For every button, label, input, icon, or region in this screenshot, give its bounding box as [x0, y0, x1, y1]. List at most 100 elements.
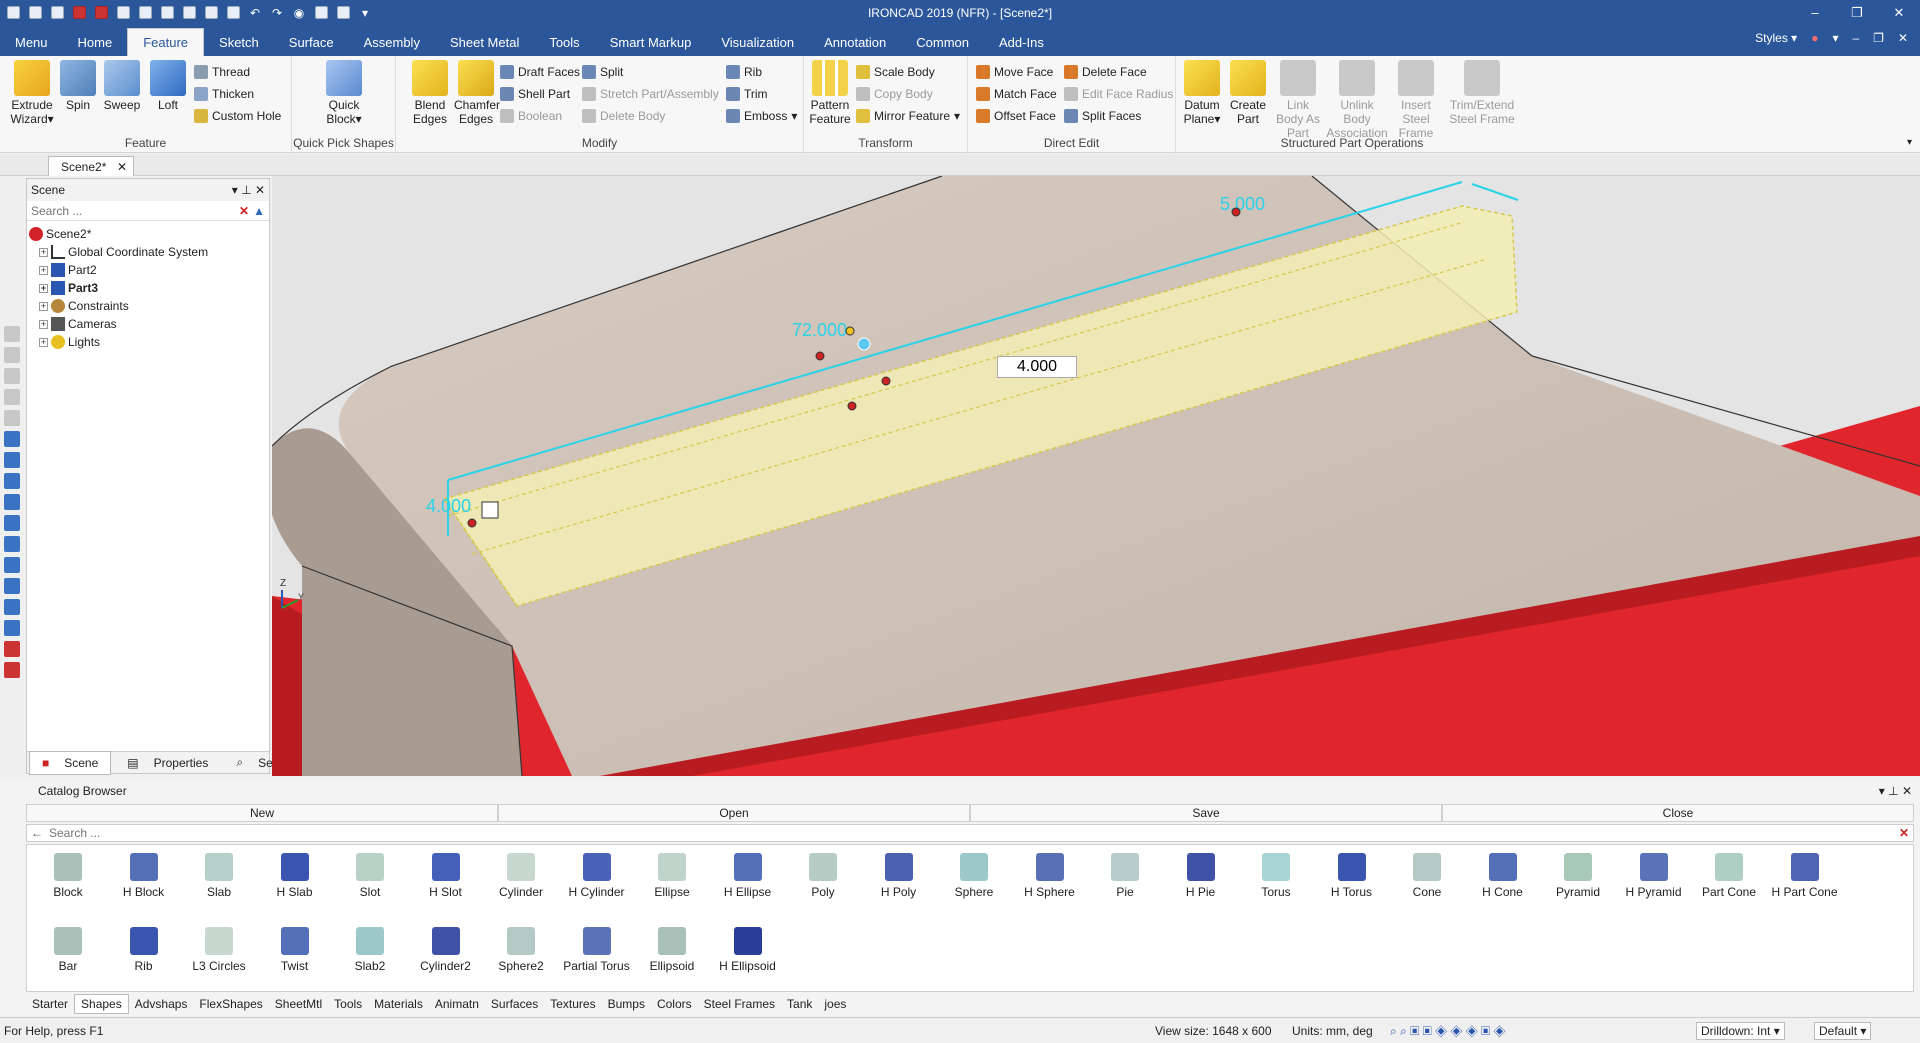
size-handle-right[interactable] — [881, 376, 891, 386]
tab-smart-markup[interactable]: Smart Markup — [595, 28, 707, 56]
default-select[interactable]: Default ▾ — [1814, 1022, 1872, 1040]
customize-qat-icon[interactable]: ▾ — [356, 4, 374, 22]
shape-slab2[interactable]: Slab2 — [333, 921, 407, 977]
tab-visualization[interactable]: Visualization — [706, 28, 809, 56]
view-tool-icon[interactable] — [4, 515, 20, 531]
catalog-clear-search-icon[interactable]: ✕ — [1899, 826, 1909, 840]
catalog-tab-joes[interactable]: joes — [818, 995, 852, 1013]
move-face-button[interactable]: Move Face — [976, 62, 1053, 82]
close-file-icon[interactable] — [70, 4, 88, 22]
pattern-feature-button[interactable]: Pattern Feature — [808, 60, 852, 126]
shape-h-block[interactable]: H Block — [107, 847, 181, 903]
help-icon[interactable]: ● — [1811, 31, 1818, 45]
tree-node-lights[interactable]: + Lights — [29, 333, 267, 351]
match-face-button[interactable]: Match Face — [976, 84, 1057, 104]
tree-node-constraints[interactable]: + Constraints — [29, 297, 267, 315]
size-handle-bottom[interactable] — [847, 401, 857, 411]
shape-l3-circles[interactable]: L3 Circles — [182, 921, 256, 977]
rib-button[interactable]: Rib — [726, 62, 762, 82]
copy-body-button[interactable]: Copy Body — [856, 84, 933, 104]
print-icon[interactable] — [92, 4, 110, 22]
view-tool-icon[interactable] — [4, 452, 20, 468]
expand-icon[interactable]: + — [39, 265, 48, 275]
layout-icon[interactable] — [334, 4, 352, 22]
delete-body-button[interactable]: Delete Body — [582, 106, 665, 126]
emboss-button[interactable]: Emboss ▾ — [726, 106, 797, 126]
catalog-tab-sheetmtl[interactable]: SheetMtl — [269, 995, 328, 1013]
shape-pie[interactable]: Pie — [1088, 847, 1162, 903]
app-menu-icon[interactable] — [4, 4, 22, 22]
size-handle-start[interactable] — [467, 518, 477, 528]
shape-slab[interactable]: Slab — [182, 847, 256, 903]
scene-search-input[interactable] — [31, 203, 240, 218]
select-icon[interactable] — [158, 4, 176, 22]
collapse-ribbon-icon[interactable]: ▾ — [1907, 137, 1912, 148]
shape-h-pyramid[interactable]: H Pyramid — [1617, 847, 1691, 903]
shape-poly[interactable]: Poly — [786, 847, 860, 903]
view-tool-icon[interactable] — [4, 557, 20, 573]
shape-slot[interactable]: Slot — [333, 847, 407, 903]
minimize-icon[interactable]: – — [1794, 0, 1836, 25]
tab-surface[interactable]: Surface — [274, 28, 349, 56]
create-part-button[interactable]: Create Part — [1226, 60, 1270, 126]
new-file-icon[interactable] — [26, 4, 44, 22]
catalog-tab-tools[interactable]: Tools — [328, 995, 368, 1013]
draft-faces-button[interactable]: Draft Faces — [500, 62, 580, 82]
catalog-close-icon[interactable]: ✕ — [1902, 784, 1912, 798]
catalog-tab-advshaps[interactable]: Advshaps — [129, 995, 194, 1013]
shape-bar[interactable]: Bar — [31, 921, 105, 977]
zoom-icon[interactable] — [224, 4, 242, 22]
view-tool-icon[interactable] — [4, 494, 20, 510]
restore-icon[interactable]: ❐ — [1836, 0, 1878, 25]
shape-h-cylinder[interactable]: H Cylinder — [560, 847, 634, 903]
shape-sphere[interactable]: Sphere — [937, 847, 1011, 903]
drilldown-select[interactable]: Drilldown: Int ▾ — [1696, 1022, 1785, 1040]
globe-icon[interactable]: ◉ — [290, 4, 308, 22]
length-dimension-label[interactable]: 72.000 — [792, 320, 847, 340]
tab-properties[interactable]: ▤ Properties — [115, 752, 220, 774]
tab-assembly[interactable]: Assembly — [349, 28, 435, 56]
shape-part-cone[interactable]: Part Cone — [1692, 847, 1766, 903]
tab-scene[interactable]: ■ Scene — [29, 750, 112, 775]
thicken-button[interactable]: Thicken — [194, 84, 254, 104]
size-handle-left[interactable] — [815, 351, 825, 361]
scale-body-button[interactable]: Scale Body — [856, 62, 935, 82]
tree-node-cameras[interactable]: + Cameras — [29, 315, 267, 333]
view-tool-icon[interactable] — [4, 536, 20, 552]
status-tools-icons[interactable]: ⌕ ⌕ ▣ ▣ ◈ ◈ ◈ ▣ ◈ — [1390, 1024, 1506, 1039]
edit-face-radius-button[interactable]: Edit Face Radius — [1064, 84, 1173, 104]
split-button[interactable]: Split — [582, 62, 623, 82]
link-body-as-part-button[interactable]: Link Body As Part — [1272, 60, 1324, 140]
unlink-body-button[interactable]: Unlink Body Association — [1326, 60, 1388, 140]
view-tool-icon[interactable] — [4, 641, 20, 657]
render-icon[interactable] — [312, 4, 330, 22]
styles-menu[interactable]: Styles ▾ — [1755, 31, 1797, 45]
undo-icon[interactable]: ↶ — [246, 4, 264, 22]
catalog-tab-flexshapes[interactable]: FlexShapes — [193, 995, 268, 1013]
shape-h-torus[interactable]: H Torus — [1315, 847, 1389, 903]
view-tool-icon[interactable] — [4, 578, 20, 594]
catalog-tab-materials[interactable]: Materials — [368, 995, 429, 1013]
loft-button[interactable]: Loft — [146, 60, 190, 112]
pin-icon[interactable]: ⊥ — [241, 183, 251, 197]
view-tool-icon[interactable] — [4, 389, 20, 405]
boolean-button[interactable]: Boolean — [500, 106, 562, 126]
tab-menu[interactable]: Menu — [0, 28, 63, 56]
doc-tab-scene2[interactable]: Scene2* ✕ — [48, 156, 134, 176]
close-icon[interactable]: ✕ — [1878, 0, 1920, 25]
catalog-pin-icon[interactable]: ⊥ — [1888, 784, 1898, 798]
tab-tools[interactable]: Tools — [534, 28, 594, 56]
shape-cylinder[interactable]: Cylinder — [484, 847, 558, 903]
dimension-input[interactable]: 4.000 — [997, 356, 1077, 378]
shape-rib[interactable]: Rib — [107, 921, 181, 977]
shape-ellipsoid[interactable]: Ellipsoid — [635, 921, 709, 977]
catalog-open-button[interactable]: Open — [498, 804, 970, 822]
shape-torus[interactable]: Torus — [1239, 847, 1313, 903]
doc-close-icon[interactable]: ✕ — [1898, 31, 1908, 45]
orbit-icon[interactable] — [202, 4, 220, 22]
catalog-close-button[interactable]: Close — [1442, 804, 1914, 822]
quick-block-button[interactable]: Quick Block▾ — [322, 60, 366, 126]
tab-sheet-metal[interactable]: Sheet Metal — [435, 28, 534, 56]
view-tool-icon[interactable] — [4, 620, 20, 636]
view-tool-icon[interactable] — [4, 599, 20, 615]
